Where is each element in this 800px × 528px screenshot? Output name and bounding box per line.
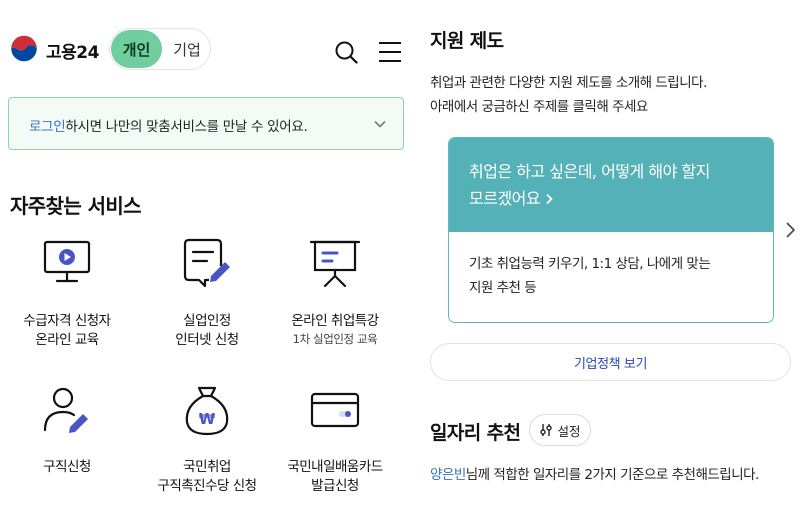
service-label-line2: 온라인 교육 xyxy=(35,332,99,348)
search-icon[interactable] xyxy=(334,40,358,64)
business-policy-button[interactable]: 기업정책 보기 xyxy=(430,343,791,381)
support-card-header-line2: 모르겠어요 xyxy=(469,185,753,212)
support-card-body-line1: 기초 취업능력 키우기, 1:1 상담, 나에게 맞는 xyxy=(469,256,711,272)
settings-button[interactable]: 설정 xyxy=(529,414,591,446)
job-recommendation-text: 님께 적합한 일자리를 2가지 기준으로 추천해드립니다. xyxy=(465,467,760,483)
money-bag-won-icon: ₩ xyxy=(185,386,229,436)
header: 고용24 개인 기업 xyxy=(8,28,408,72)
login-banner[interactable]: 로그인하시면 나만의 맞춤서비스를 만날 수 있어요. xyxy=(8,97,404,150)
support-description-line1: 취업과 관련한 다양한 지원 제도를 소개해 드립니다. xyxy=(430,75,707,91)
support-card-header-line1: 취업은 하고 싶은데, 어떻게 해야 할지 xyxy=(469,162,710,181)
service-label-line1: 온라인 취업특강 xyxy=(291,313,379,329)
support-description: 취업과 관련한 다양한 지원 제도를 소개해 드립니다. 아래에서 궁금하신 주… xyxy=(430,71,707,119)
tab-personal[interactable]: 개인 xyxy=(111,30,162,68)
service-label-line2: 발급신청 xyxy=(311,478,359,494)
government-emblem-icon[interactable] xyxy=(8,34,40,66)
service-label-line1: 구직신청 xyxy=(43,459,91,475)
svg-text:₩: ₩ xyxy=(199,410,216,428)
user-type-toggle: 개인 기업 xyxy=(109,28,211,70)
user-name: 양은빈 xyxy=(430,467,466,483)
service-label-line2: 인터넷 신청 xyxy=(175,332,239,348)
card-icon xyxy=(310,392,360,428)
login-banner-message: 하시면 나만의 맞춤서비스를 만날 수 있어요. xyxy=(65,119,308,135)
support-title: 지원 제도 xyxy=(430,30,504,52)
support-card-body: 기초 취업능력 키우기, 1:1 상담, 나에게 맞는 지원 추천 등 xyxy=(469,252,769,300)
support-card-header-line2-text: 모르겠어요 xyxy=(469,189,541,208)
left-pane: 고용24 개인 기업 로그인하시면 나만의 맞춤서비스를 만날 수 있어요. 자… xyxy=(0,0,415,528)
service-item-online-education[interactable]: 수급자격 신청자 온라인 교육 xyxy=(0,236,134,350)
service-sublabel: 1차 실업인정 교육 xyxy=(292,332,378,346)
presentation-board-icon xyxy=(309,240,361,288)
service-item-job-promotion-allowance[interactable]: ₩ 국민취업 구직촉진수당 신청 xyxy=(140,384,274,496)
service-label-line1: 실업인정 xyxy=(183,313,231,329)
right-pane: 지원 제도 취업과 관련한 다양한 지원 제도를 소개해 드립니다. 아래에서 … xyxy=(415,0,800,528)
monitor-play-icon xyxy=(43,240,91,283)
job-recommendation-title: 일자리 추천 xyxy=(430,422,521,444)
menu-icon[interactable] xyxy=(378,41,402,63)
service-item-learning-card[interactable]: 국민내일배움카드 발급신청 xyxy=(268,384,402,496)
service-item-online-lecture[interactable]: 온라인 취업특강 1차 실업인정 교육 xyxy=(268,236,402,347)
chevron-down-icon[interactable] xyxy=(373,117,387,131)
person-pen-icon xyxy=(43,387,88,433)
chevron-right-icon xyxy=(546,193,553,205)
service-item-job-application[interactable]: 구직신청 xyxy=(0,384,134,477)
support-description-line2: 아래에서 궁금하신 주제를 클릭해 주세요 xyxy=(430,99,648,115)
service-label-line1: 수급자격 신청자 xyxy=(23,313,111,329)
favorites-title: 자주찾는 서비스 xyxy=(10,194,142,218)
sliders-icon xyxy=(540,424,553,436)
login-banner-text: 로그인하시면 나만의 맞춤서비스를 만날 수 있어요. xyxy=(29,115,308,135)
login-link[interactable]: 로그인 xyxy=(29,119,66,135)
document-pen-icon xyxy=(183,238,230,288)
settings-label: 설정 xyxy=(557,423,581,439)
tab-business[interactable]: 기업 xyxy=(164,30,210,68)
brand-name[interactable]: 고용24 xyxy=(46,38,99,63)
support-card-body-line2: 지원 추천 등 xyxy=(469,280,537,296)
support-card[interactable]: 취업은 하고 싶은데, 어떻게 해야 할지 모르겠어요 기초 취업능력 키우기,… xyxy=(448,137,774,323)
service-item-unemployment-recognition[interactable]: 실업인정 인터넷 신청 xyxy=(140,236,274,350)
support-card-header[interactable]: 취업은 하고 싶은데, 어떻게 해야 할지 모르겠어요 xyxy=(449,138,773,232)
service-label-line1: 국민취업 xyxy=(183,459,231,475)
carousel-next-icon[interactable] xyxy=(784,221,796,239)
job-recommendation-description: 양은빈님께 적합한 일자리를 2가지 기준으로 추천해드립니다. xyxy=(430,463,795,488)
service-label-line2: 구직촉진수당 신청 xyxy=(157,478,257,494)
service-label-line1: 국민내일배움카드 xyxy=(287,459,383,475)
